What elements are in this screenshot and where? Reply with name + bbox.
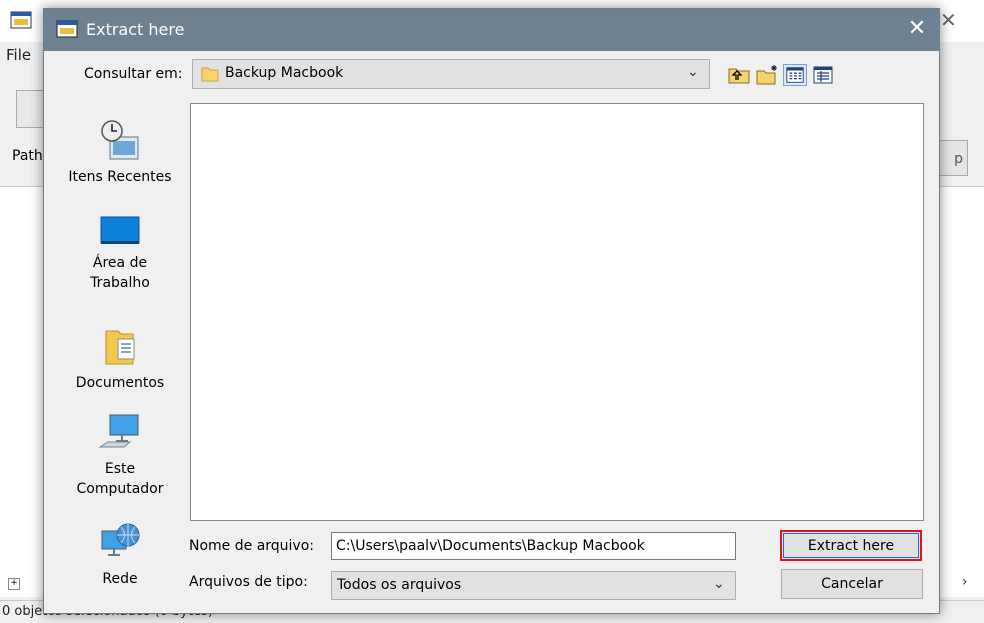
look-in-label: Consultar em: xyxy=(84,66,183,82)
chevron-down-icon: ⌄ xyxy=(713,576,725,592)
file-type-value: Todos os arquivos xyxy=(337,577,462,593)
chevron-down-icon: ⌄ xyxy=(687,64,699,80)
extract-dialog: Extract here ✕ Consultar em: Backup Macb… xyxy=(43,8,940,614)
look-in-value: Backup Macbook xyxy=(225,65,344,81)
desktop-icon xyxy=(100,216,140,244)
file-type-dropdown[interactable]: Todos os arquivos ⌄ xyxy=(331,571,736,600)
new-folder-icon[interactable] xyxy=(755,64,779,86)
dialog-close-icon[interactable]: ✕ xyxy=(902,15,932,45)
tree-expand-icon[interactable]: + xyxy=(8,578,20,590)
dialog-title: Extract here xyxy=(86,20,185,39)
background-right-button[interactable]: p xyxy=(936,140,968,176)
details-view-icon[interactable] xyxy=(811,64,835,86)
file-list-view[interactable] xyxy=(190,103,924,521)
file-name-input[interactable] xyxy=(331,532,736,560)
recent-items-icon xyxy=(101,120,139,160)
extract-here-button[interactable]: Extract here xyxy=(780,530,922,561)
place-recent-items[interactable]: Itens Recentes xyxy=(60,119,180,187)
up-folder-icon[interactable] xyxy=(727,64,751,86)
cancel-button[interactable]: Cancelar xyxy=(781,569,923,599)
dialog-app-icon xyxy=(56,20,78,38)
place-network[interactable]: Rede xyxy=(60,521,180,589)
network-icon xyxy=(101,523,140,556)
dialog-titlebar: Extract here ✕ xyxy=(44,9,939,51)
folder-icon xyxy=(201,67,219,82)
file-name-label: Nome de arquivo: xyxy=(189,538,314,554)
scroll-right-icon[interactable]: › xyxy=(962,574,968,590)
places-bar: Itens Recentes Área de Trabalho Document… xyxy=(60,103,180,599)
background-close-icon[interactable]: ✕ xyxy=(940,8,957,32)
documents-icon xyxy=(105,330,135,365)
file-type-label: Arquivos de tipo: xyxy=(189,574,308,590)
place-documents[interactable]: Documentos xyxy=(60,325,180,393)
computer-icon xyxy=(98,414,139,448)
place-desktop[interactable]: Área de Trabalho xyxy=(60,213,180,293)
menu-file[interactable]: File xyxy=(6,46,31,64)
place-this-computer[interactable]: Este Computador xyxy=(60,411,180,499)
path-label: Path xyxy=(12,148,43,164)
look-in-dropdown[interactable]: Backup Macbook ⌄ xyxy=(192,59,710,89)
list-view-icon[interactable] xyxy=(783,64,807,86)
app-window-icon xyxy=(10,11,32,29)
